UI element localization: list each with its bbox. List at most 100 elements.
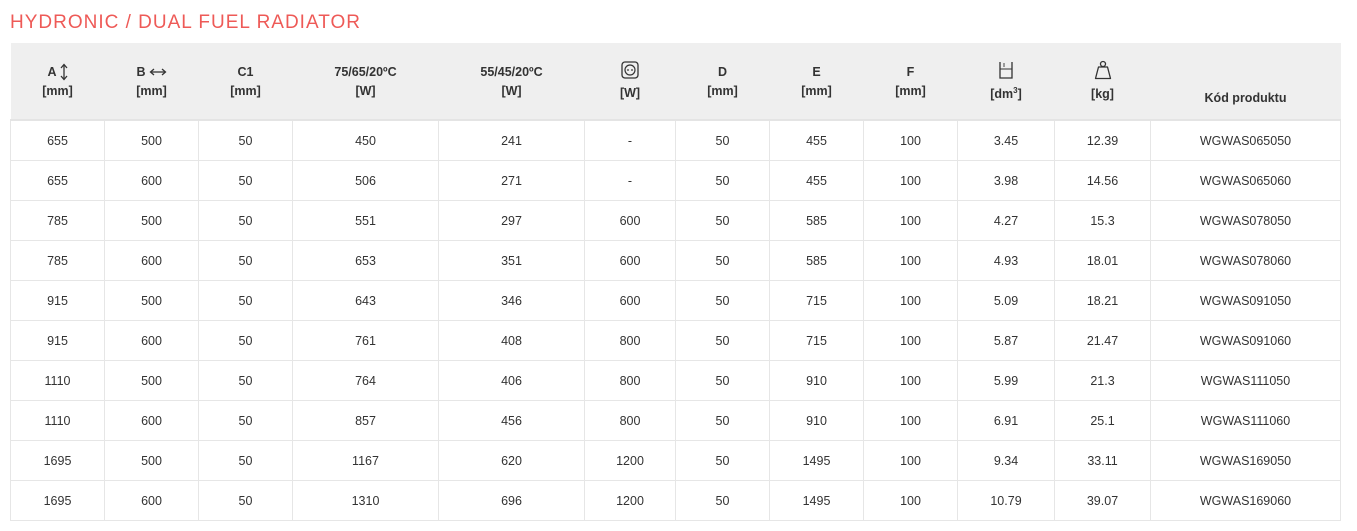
- cell-e: 715: [769, 320, 864, 361]
- header-d-label: D: [717, 65, 728, 79]
- cell-electric-power: 1200: [584, 480, 676, 521]
- header-weight: [kg]: [1054, 43, 1151, 121]
- header-f-label: F: [906, 65, 915, 79]
- cell-product-code: WGWAS111050: [1150, 360, 1341, 401]
- cell-weight: 33.11: [1054, 440, 1151, 481]
- cell-f: 100: [863, 280, 958, 321]
- cell-volume: 10.79: [957, 480, 1055, 521]
- cell-f: 100: [863, 160, 958, 201]
- cell-electric-power: -: [584, 160, 676, 201]
- cell-a: 1695: [10, 480, 105, 521]
- cell-e: 585: [769, 200, 864, 241]
- cell-volume: 5.99: [957, 360, 1055, 401]
- cell-output-75: 551: [292, 200, 439, 241]
- cell-c1: 50: [198, 280, 293, 321]
- cell-weight: 18.21: [1054, 280, 1151, 321]
- cell-output-75: 653: [292, 240, 439, 281]
- cell-e: 1495: [769, 480, 864, 521]
- cell-a: 915: [10, 280, 105, 321]
- cell-electric-power: 600: [584, 280, 676, 321]
- cell-e: 715: [769, 280, 864, 321]
- cell-electric-power: 600: [584, 240, 676, 281]
- table-row: 655 600 50 506 271-50 455 100 3.98 14.56 WGWAS065…: [10, 160, 1341, 201]
- header-volume-unit: [dm3]: [990, 85, 1022, 101]
- vertical-arrow-icon: [60, 63, 68, 81]
- cell-c1: 50: [198, 200, 293, 241]
- cell-e: 585: [769, 240, 864, 281]
- cell-d: 50: [675, 360, 770, 401]
- cell-electric-power: 800: [584, 360, 676, 401]
- page: HYDRONIC / DUAL FUEL RADIATOR A [mm] B […: [0, 0, 1357, 531]
- cell-output-75: 857: [292, 400, 439, 441]
- header-electric-power-unit: [W]: [619, 86, 641, 100]
- header-d: D [mm]: [675, 43, 770, 121]
- cell-c1: 50: [198, 480, 293, 521]
- cell-weight: 12.39: [1054, 120, 1151, 161]
- cell-product-code: WGWAS091060: [1150, 320, 1341, 361]
- page-title: HYDRONIC / DUAL FUEL RADIATOR: [10, 12, 361, 33]
- cell-output-75: 764: [292, 360, 439, 401]
- header-output-55-label: 55/45/20ºC: [480, 65, 543, 79]
- cell-volume: 3.98: [957, 160, 1055, 201]
- cell-electric-power: 800: [584, 400, 676, 441]
- cell-d: 50: [675, 200, 770, 241]
- header-product-code-label: Kód produktu: [1204, 91, 1287, 105]
- cell-d: 50: [675, 120, 770, 161]
- cell-output-55: 620: [438, 440, 585, 481]
- header-b: B [mm]: [104, 43, 199, 121]
- cell-a: 1110: [10, 400, 105, 441]
- cell-b: 500: [104, 120, 199, 161]
- table-row: 915 500 50 643 346 600 50 715 100 5.09 18.21 WGWAS0…: [10, 280, 1341, 321]
- cell-a: 1110: [10, 360, 105, 401]
- cell-d: 50: [675, 400, 770, 441]
- cell-a: 655: [10, 160, 105, 201]
- cell-product-code: WGWAS111060: [1150, 400, 1341, 441]
- cell-product-code: WGWAS078050: [1150, 200, 1341, 241]
- cell-d: 50: [675, 320, 770, 361]
- header-f: F [mm]: [863, 43, 958, 121]
- header-f-unit: [mm]: [895, 84, 926, 98]
- cell-volume: 5.87: [957, 320, 1055, 361]
- cell-weight: 18.01: [1054, 240, 1151, 281]
- cell-a: 655: [10, 120, 105, 161]
- cell-output-75: 1310: [292, 480, 439, 521]
- header-e-label: E: [812, 65, 821, 79]
- header-c1-unit: [mm]: [230, 84, 261, 98]
- cell-d: 50: [675, 280, 770, 321]
- header-output-75: 75/65/20ºC [W]: [292, 43, 439, 121]
- cell-a: 785: [10, 240, 105, 281]
- header-output-55-unit: [W]: [501, 84, 522, 98]
- cell-c1: 50: [198, 160, 293, 201]
- cell-weight: 39.07: [1054, 480, 1151, 521]
- cell-f: 100: [863, 320, 958, 361]
- cell-f: 100: [863, 120, 958, 161]
- cell-b: 500: [104, 440, 199, 481]
- cell-volume: 4.93: [957, 240, 1055, 281]
- cell-product-code: WGWAS091050: [1150, 280, 1341, 321]
- water-container-icon: [998, 60, 1014, 80]
- horizontal-arrow-icon: [149, 68, 167, 76]
- header-electric-power: [W]: [584, 43, 676, 121]
- header-weight-unit: [kg]: [1091, 86, 1114, 101]
- header-d-unit: [mm]: [707, 84, 738, 98]
- cell-d: 50: [675, 440, 770, 481]
- cell-electric-power: 600: [584, 200, 676, 241]
- table-row: 915 600 50 761 408 800 50 715 100 5.87 21.47 WGWAS0…: [10, 320, 1341, 361]
- table-row: 785 500 50 551 297 600 50 585 100 4.27 15.3 WGWAS07…: [10, 200, 1341, 241]
- cell-e: 910: [769, 360, 864, 401]
- cell-weight: 25.1: [1054, 400, 1151, 441]
- cell-product-code: WGWAS169060: [1150, 480, 1341, 521]
- weight-icon: [1094, 60, 1112, 80]
- cell-output-55: 346: [438, 280, 585, 321]
- cell-e: 1495: [769, 440, 864, 481]
- table-row: 1110 600 50 857 456 800 50 910 100 6.91 25.1 WGWAS1…: [10, 400, 1341, 441]
- cell-output-55: 241: [438, 120, 585, 161]
- header-product-code: Kód produktu: [1150, 43, 1341, 121]
- cell-output-55: 408: [438, 320, 585, 361]
- header-b-unit: [mm]: [136, 84, 167, 98]
- header-e: E [mm]: [769, 43, 864, 121]
- cell-b: 500: [104, 360, 199, 401]
- cell-b: 500: [104, 280, 199, 321]
- cell-e: 455: [769, 160, 864, 201]
- cell-a: 785: [10, 200, 105, 241]
